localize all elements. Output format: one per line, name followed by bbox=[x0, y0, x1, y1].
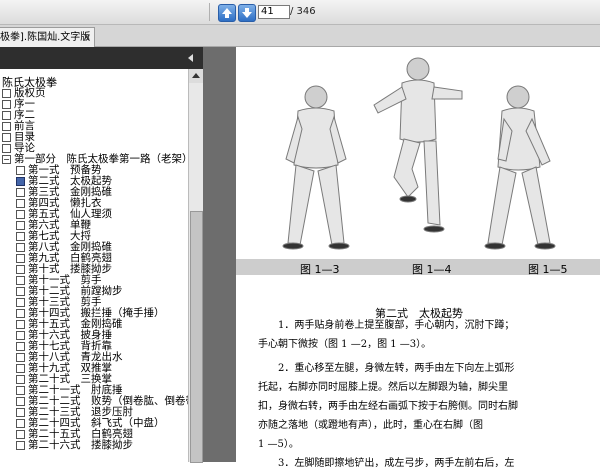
paragraph-line: 1．两手贴身前卷上提至腹部，手心朝内，沉肘下蹲； bbox=[258, 320, 515, 331]
bookmark-page-icon bbox=[16, 265, 25, 274]
sidebar-header bbox=[0, 47, 203, 69]
bookmark-page-icon bbox=[16, 210, 25, 219]
bookmark-page-icon bbox=[16, 232, 25, 241]
bookmark-page-icon bbox=[16, 254, 25, 263]
page-total: / 346 bbox=[290, 6, 316, 17]
paragraph-line: 亦随之落地（或蹬地有声），此时，重心在右脚（图 bbox=[258, 420, 483, 431]
figure-caption: 图 1—4 bbox=[412, 263, 452, 276]
bookmark-page-icon bbox=[16, 397, 25, 406]
bookmark-page-icon bbox=[16, 441, 25, 450]
document-tab-label: 极拳].陈国灿.文字版 bbox=[0, 32, 91, 43]
figure-caption: 图 1—5 bbox=[528, 263, 568, 276]
bookmark-label: 第二十六式 搂膝拗步 bbox=[28, 439, 133, 451]
figure-1-4 bbox=[373, 57, 463, 233]
tab-strip: 极拳].陈国灿.文字版 × bbox=[0, 25, 600, 47]
bookmark-page-icon bbox=[16, 430, 25, 439]
paragraph-line: 2．重心移至左腿，身微左转，两手由左下向左上弧形 bbox=[258, 363, 515, 374]
bookmarks-sidebar: 陈氏太极拳 版权页 序一 序二 前言 目录 导论 − 第一部分 陈氏太极拳第一路（老架） 第一式… bbox=[0, 47, 203, 463]
bookmark-page-icon bbox=[16, 408, 25, 417]
bookmark-page-icon bbox=[16, 364, 25, 373]
figure-photos bbox=[236, 47, 600, 259]
taiji-figures-illustration bbox=[282, 57, 556, 250]
bookmark-page-icon bbox=[16, 309, 25, 318]
bookmark-page-icon bbox=[16, 375, 25, 384]
scroll-up-arrow-icon[interactable] bbox=[189, 69, 203, 83]
bookmark-page-icon bbox=[16, 287, 25, 296]
bookmark-page-icon bbox=[16, 188, 25, 197]
close-icon[interactable]: × bbox=[83, 28, 91, 47]
collapse-node-icon: − bbox=[2, 155, 11, 164]
figure-1-3 bbox=[282, 85, 350, 250]
bookmark-page-icon bbox=[16, 199, 25, 208]
bookmark-page-icon bbox=[16, 353, 25, 362]
paragraph-line: 扣，身微右转，两手由左经右画弧下按于右胯侧。同时右脚 bbox=[258, 401, 518, 412]
toolbar: 41 / 346 bbox=[0, 0, 600, 25]
paragraph-line: 手心朝下微按（图 1 —2，图 1 —3）。 bbox=[258, 339, 432, 350]
sidebar-scrollbar[interactable] bbox=[188, 69, 203, 463]
bookmark-page-icon bbox=[2, 89, 11, 98]
bookmark-page-icon bbox=[16, 342, 25, 351]
bookmark-page-icon bbox=[2, 122, 11, 131]
up-arrow-icon[interactable] bbox=[218, 4, 236, 22]
bookmark-page-icon bbox=[2, 111, 11, 120]
bookmark-page-icon bbox=[16, 419, 25, 428]
bookmark-page-icon bbox=[16, 243, 25, 252]
bookmark-page-icon bbox=[16, 221, 25, 230]
document-viewport[interactable]: 图 1—3 图 1—4 图 1—5 第二式 太极起势 1．两手贴身前卷上提至腹部… bbox=[203, 47, 600, 469]
paragraph-line: 托起，右脚亦同时屈膝上提。然后以左脚跟为轴，脚尖里 bbox=[258, 382, 508, 393]
document-tab[interactable]: 极拳].陈国灿.文字版 × bbox=[0, 27, 95, 47]
bookmark-tree: 陈氏太极拳 版权页 序一 序二 前言 目录 导论 − 第一部分 陈氏太极拳第一路（老架） 第一式… bbox=[0, 69, 188, 462]
toolbar-separator bbox=[209, 3, 210, 21]
bookmark-page-icon bbox=[16, 331, 25, 340]
document-page: 图 1—3 图 1—4 图 1—5 第二式 太极起势 1．两手贴身前卷上提至腹部… bbox=[236, 47, 600, 469]
bookmark-page-icon bbox=[16, 320, 25, 329]
bookmark-page-icon bbox=[16, 166, 25, 175]
page-number-input[interactable]: 41 bbox=[258, 5, 290, 19]
figure-1-5 bbox=[484, 85, 556, 250]
bookmark-page-icon bbox=[16, 386, 25, 395]
down-arrow-icon[interactable] bbox=[238, 4, 256, 22]
figure-caption: 图 1—3 bbox=[300, 263, 340, 276]
bookmark-page-icon bbox=[2, 100, 11, 109]
bookmark-page-icon bbox=[2, 144, 11, 153]
bookmark-page-icon bbox=[16, 276, 25, 285]
scrollbar-thumb[interactable] bbox=[190, 211, 203, 463]
figure-caption-bar: 图 1—3 图 1—4 图 1—5 bbox=[236, 259, 600, 276]
collapse-sidebar-icon[interactable] bbox=[188, 54, 193, 62]
bookmark-page-icon bbox=[2, 133, 11, 142]
paragraph-line: 1 —5）。 bbox=[258, 439, 299, 450]
bookmark-page-icon bbox=[16, 177, 25, 186]
bookmark-page-icon bbox=[16, 298, 25, 307]
paragraph-line: 3．左脚随即擦地铲出，成左弓步，两手左前右后，左 bbox=[258, 458, 515, 469]
